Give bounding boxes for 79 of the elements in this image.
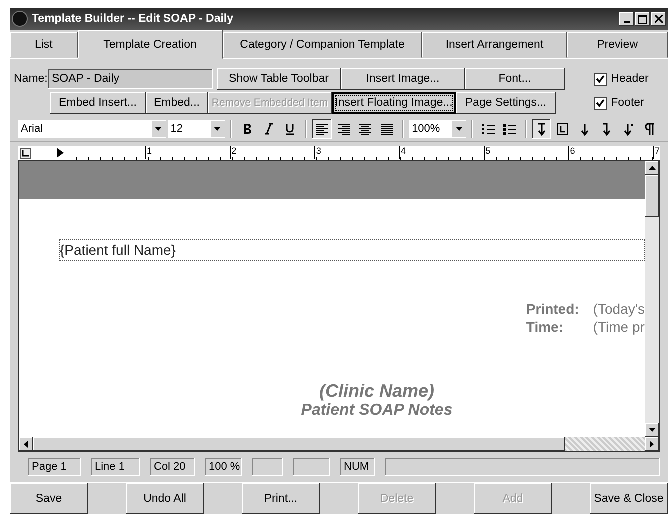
tab[interactable]: Template Creation	[78, 30, 223, 59]
app-icon	[12, 11, 28, 27]
scrollbar-thumb[interactable]	[645, 175, 659, 217]
underline-icon	[284, 123, 296, 135]
status-panel: Page 1	[28, 458, 81, 476]
window-title: Template Builder -- Edit SOAP - Daily	[32, 13, 234, 25]
align-left-icon	[316, 124, 328, 134]
ruler-number: 3	[314, 146, 322, 159]
tab[interactable]: Insert Arrangement	[422, 32, 568, 58]
toolbar-button[interactable]: Insert Floating Image...	[332, 92, 456, 114]
up-arrow-icon	[648, 166, 656, 170]
right-arrow-icon	[650, 440, 654, 448]
toolbar-button[interactable]: Embed Insert...	[50, 92, 146, 114]
status-panel: Col 20	[150, 458, 195, 476]
field-label: Time:	[526, 319, 564, 335]
down-arrow-icon	[648, 428, 656, 432]
document-subtitle: Patient SOAP Notes	[300, 402, 454, 420]
align-center-icon	[359, 124, 372, 134]
caret-icon	[214, 127, 222, 131]
name-label: Name:	[14, 73, 48, 85]
field-value: (Time pr	[593, 319, 645, 335]
toolbar-button[interactable]: Insert Image...	[341, 68, 465, 90]
toolbar-button[interactable]: Show Table Toolbar	[217, 68, 341, 90]
horizontal-scrollbar[interactable]	[19, 437, 659, 451]
status-panel	[252, 458, 283, 476]
document-heading: (Clinic Name)	[318, 381, 436, 402]
arrow-icon	[579, 122, 591, 136]
arrow-icon	[622, 122, 634, 136]
field-value: (Today's	[593, 301, 645, 317]
status-panel: Line 1	[91, 458, 140, 476]
pilcrow-icon	[644, 122, 656, 136]
checkbox-label: Footer	[611, 97, 644, 109]
field-label: Printed:	[526, 301, 580, 317]
arrow-icon	[600, 122, 613, 136]
tab-stop-icon	[20, 148, 31, 158]
left-arrow-icon	[24, 440, 28, 448]
ruler-number: 7	[652, 146, 660, 159]
toolbar-button[interactable]: Page Settings...	[456, 92, 556, 114]
minimize-button[interactable]	[619, 12, 634, 26]
vertical-scrollbar[interactable]	[645, 161, 659, 437]
font-dropdown[interactable]: Arial	[18, 120, 166, 138]
checkbox-label: Header	[611, 73, 649, 85]
ruler-number: 2	[230, 146, 237, 159]
bulleted-list-icon	[503, 123, 516, 135]
ruler-number: 4	[398, 146, 406, 159]
maximize-button[interactable]	[635, 12, 650, 26]
status-panel	[293, 458, 330, 476]
scrollbar-thumb[interactable]	[33, 437, 565, 451]
action-button[interactable]: Save	[10, 483, 88, 514]
align-left-button[interactable]	[312, 119, 332, 139]
zoom-dropdown[interactable]: 100%	[409, 120, 466, 138]
ruler-number: 1	[145, 146, 152, 159]
numbered-list-icon	[482, 123, 495, 135]
tab[interactable]: Category / Companion Template	[222, 32, 422, 58]
action-button[interactable]: Undo All	[126, 483, 204, 514]
ruler-number: 5	[484, 146, 491, 159]
size-dropdown[interactable]: 12	[168, 120, 225, 138]
caret-icon	[155, 127, 162, 131]
frame-icon	[557, 122, 570, 136]
toolbar-button[interactable]: Font...	[465, 68, 565, 90]
action-button[interactable]: Print...	[242, 483, 320, 514]
align-justify-icon	[381, 124, 394, 134]
tab[interactable]: Preview	[567, 32, 668, 58]
tab[interactable]: List	[10, 32, 78, 58]
maximize-icon	[638, 14, 647, 24]
action-button[interactable]: Save & Close	[590, 483, 668, 514]
toolbar-button[interactable]: Embed...	[146, 92, 208, 114]
status-panel: NUM	[340, 458, 375, 476]
break-button[interactable]	[532, 119, 552, 139]
name-field[interactable]: SOAP - Daily	[48, 69, 213, 89]
align-right-icon	[338, 124, 350, 134]
arrow-icon	[536, 122, 548, 136]
checkbox[interactable]	[594, 96, 608, 110]
close-icon[interactable]	[651, 12, 666, 26]
checkbox[interactable]	[594, 72, 608, 86]
italic-icon	[262, 123, 275, 135]
status-panel: 100 %	[205, 458, 242, 476]
caret-icon	[456, 127, 463, 131]
ruler-number: 6	[568, 146, 576, 159]
